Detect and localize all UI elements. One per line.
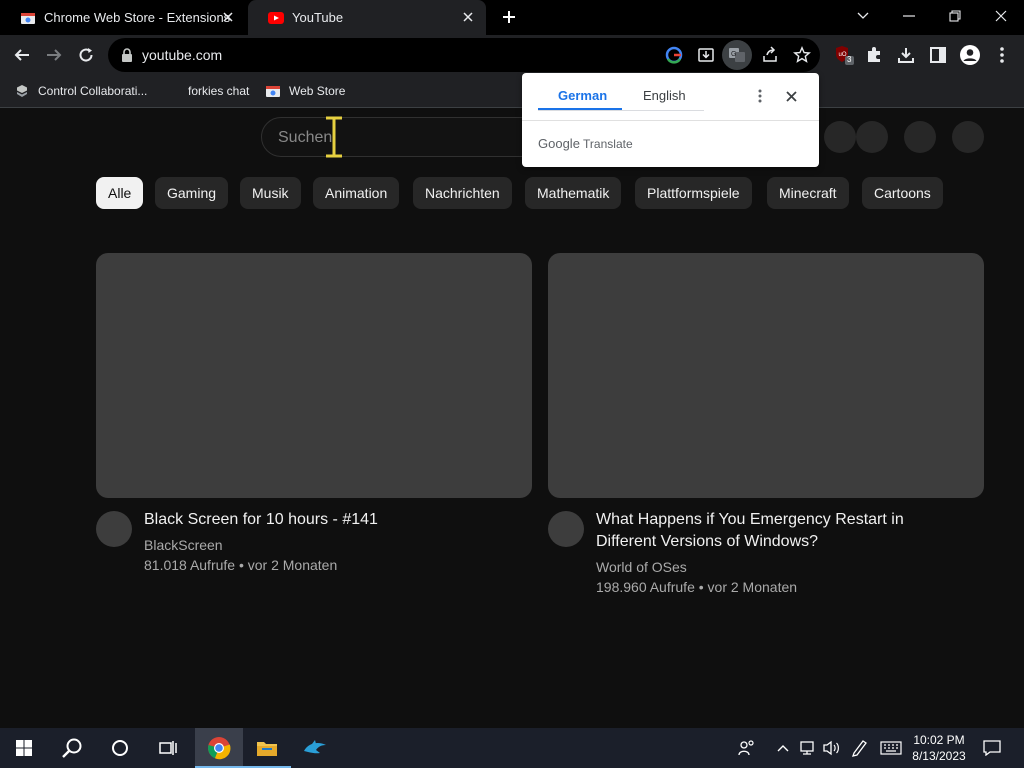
tab-chrome-web-store[interactable]: Chrome Web Store - Extensions: [0, 0, 246, 35]
extensions-puzzle-icon[interactable]: [862, 43, 886, 67]
bookmark-forkies-chat[interactable]: forkies chat: [188, 82, 249, 100]
screen: Chrome Web Store - Extensions YouTube yo…: [0, 0, 1024, 768]
header-placeholder-circle[interactable]: [904, 121, 936, 153]
chip-plattformspiele[interactable]: Plattformspiele: [635, 177, 752, 209]
channel-name[interactable]: BlackScreen: [144, 537, 223, 553]
browser-toolbar: youtube.com G uO 3: [0, 35, 1024, 75]
bookmark-control-collaboration[interactable]: Control Collaborati...: [14, 82, 147, 100]
video-meta: 81.018 Aufrufe • vor 2 Monaten: [144, 557, 338, 573]
tab-youtube[interactable]: YouTube: [248, 0, 486, 35]
video-title[interactable]: Black Screen for 10 hours - #141: [144, 509, 524, 531]
downloads-icon[interactable]: [894, 43, 918, 67]
tab-strip: Chrome Web Store - Extensions YouTube: [0, 0, 1024, 35]
bookmark-label: Web Store: [289, 84, 346, 98]
channel-avatar[interactable]: [548, 511, 584, 547]
back-button[interactable]: [8, 41, 36, 69]
svg-text:G: G: [731, 51, 736, 58]
tab-target-language[interactable]: English: [643, 88, 686, 103]
video-thumbnail[interactable]: [548, 253, 984, 498]
chip-mathematik[interactable]: Mathematik: [525, 177, 622, 209]
notifications-icon[interactable]: [982, 738, 1002, 758]
close-window-button[interactable]: [978, 0, 1024, 32]
clock-time: 10:02 PM: [913, 733, 965, 747]
people-icon[interactable]: [737, 738, 757, 758]
chip-alle[interactable]: Alle: [96, 177, 144, 209]
restore-button[interactable]: [932, 0, 978, 32]
bookmark-web-store[interactable]: Web Store: [265, 82, 345, 100]
chip-musik[interactable]: Musik: [240, 177, 301, 209]
header-placeholder-circle[interactable]: [856, 121, 888, 153]
windows-start-icon[interactable]: [0, 728, 48, 768]
tab-divider: [538, 110, 704, 111]
translate-icon[interactable]: G: [722, 40, 752, 70]
windows-taskbar: 10:02 PM 8/13/2023: [0, 728, 1024, 768]
chrome-taskbar-icon[interactable]: [195, 728, 243, 768]
tab-title: Chrome Web Store - Extensions: [44, 10, 231, 25]
forward-button[interactable]: [40, 41, 68, 69]
text-cursor-icon: [326, 116, 342, 158]
chrome-web-store-icon: [265, 83, 281, 99]
header-placeholder-circle[interactable]: [824, 121, 856, 153]
active-tab-indicator: [538, 108, 622, 110]
youtube-icon: [268, 10, 284, 26]
extension-icon: [14, 83, 30, 99]
keyboard-icon[interactable]: [879, 738, 903, 758]
install-app-icon[interactable]: [694, 43, 718, 67]
clock-date: 8/13/2023: [912, 749, 966, 763]
channel-avatar[interactable]: [96, 511, 132, 547]
close-tab-icon[interactable]: [220, 9, 236, 25]
more-options-icon[interactable]: [752, 87, 768, 105]
file-explorer-icon[interactable]: [243, 728, 291, 768]
channel-name[interactable]: World of OSes: [596, 559, 687, 575]
chip-animation[interactable]: Animation: [313, 177, 400, 209]
chip-nachrichten[interactable]: Nachrichten: [413, 177, 512, 209]
chrome-menu-icon[interactable]: [990, 43, 1014, 67]
bookmark-star-icon[interactable]: [790, 43, 814, 67]
search-input[interactable]: Suchen: [261, 117, 561, 157]
dolphin-app-icon[interactable]: [291, 728, 339, 768]
google-translate-logo: Google Translate: [538, 136, 633, 151]
video-title[interactable]: What Happens if You Emergency Restart in…: [596, 509, 936, 553]
chrome-web-store-icon: [20, 10, 36, 26]
new-tab-button[interactable]: [498, 6, 520, 28]
bookmarks-bar: Control Collaborati... forkies chat Web …: [0, 75, 1024, 108]
extension-badge: 3: [847, 55, 852, 64]
pen-icon[interactable]: [849, 738, 869, 758]
url-text[interactable]: youtube.com: [142, 47, 222, 63]
address-bar[interactable]: youtube.com G: [108, 38, 820, 72]
cortana-icon[interactable]: [96, 728, 144, 768]
chip-gaming[interactable]: Gaming: [155, 177, 229, 209]
network-icon[interactable]: [797, 738, 817, 758]
bookmark-label: Control Collaborati...: [38, 84, 148, 98]
chip-cartoons[interactable]: Cartoons: [862, 177, 943, 209]
video-thumbnail[interactable]: [96, 253, 532, 498]
ublock-extension-icon[interactable]: uO 3: [832, 43, 856, 67]
divider: [522, 120, 819, 121]
system-clock[interactable]: 10:02 PM 8/13/2023: [904, 732, 974, 764]
profile-avatar-icon[interactable]: [958, 43, 982, 67]
chip-minecraft[interactable]: Minecraft: [767, 177, 849, 209]
side-panel-icon[interactable]: [926, 43, 950, 67]
volume-icon[interactable]: [821, 738, 841, 758]
lock-icon[interactable]: [120, 48, 134, 62]
task-view-icon[interactable]: [144, 728, 192, 768]
reload-button[interactable]: [72, 41, 100, 69]
tab-title: YouTube: [292, 10, 344, 25]
video-meta: 198.960 Aufrufe • vor 2 Monaten: [596, 579, 798, 595]
header-placeholder-circle[interactable]: [952, 121, 984, 153]
bookmark-label: forkies chat: [188, 84, 250, 98]
translate-popup: German English Google Translate: [522, 73, 819, 167]
tab-search-icon[interactable]: [840, 0, 886, 32]
share-icon[interactable]: [758, 43, 782, 67]
minimize-button[interactable]: [886, 0, 932, 32]
close-icon[interactable]: [782, 87, 800, 105]
search-icon[interactable]: [48, 728, 96, 768]
tab-source-language[interactable]: German: [558, 88, 607, 103]
close-tab-icon[interactable]: [460, 9, 476, 25]
google-lens-icon[interactable]: [662, 43, 686, 67]
chevron-up-icon[interactable]: [773, 738, 793, 758]
